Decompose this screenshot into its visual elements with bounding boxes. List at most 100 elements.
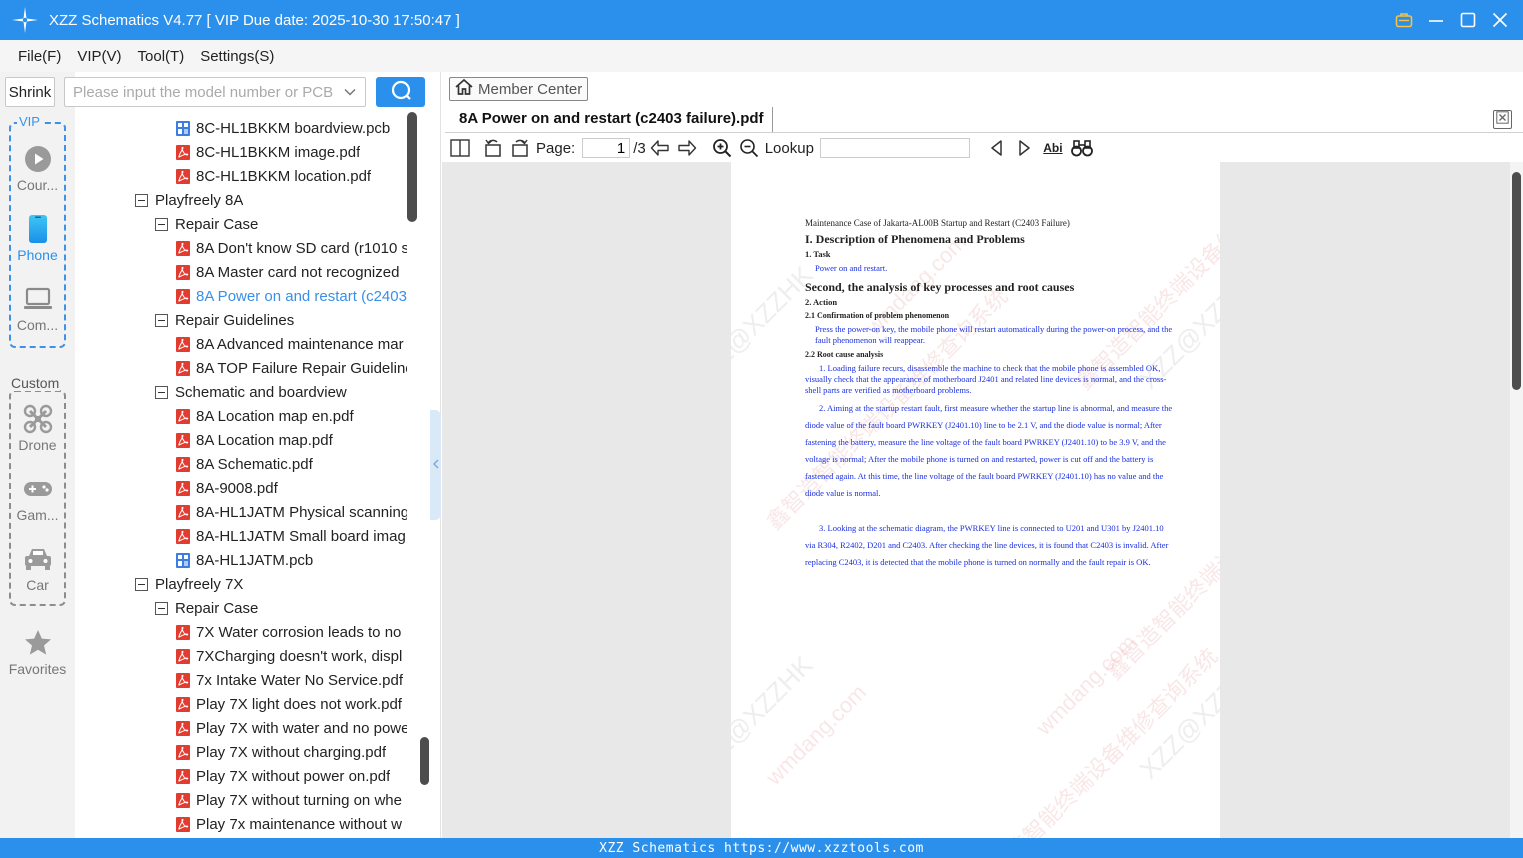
tree-item-label: Repair Guidelines (175, 311, 295, 329)
maximize-button[interactable] (1457, 9, 1479, 31)
model-search-combobox[interactable] (64, 77, 366, 107)
tree-item-label: Play 7X without turning on whe (196, 791, 402, 809)
tree-file[interactable]: Play 7X with water and no powe (176, 716, 407, 740)
close-document-button[interactable] (1493, 110, 1512, 129)
viewer-scrollbar-thumb[interactable] (1512, 172, 1521, 390)
tree-folder[interactable]: Playfreely 8A (135, 188, 407, 212)
tree-file[interactable]: 8A-HL1JATM Physical scanning (176, 500, 407, 524)
tree-item-label: 8A Don't know SD card (r1010 s (196, 239, 407, 257)
menu-vip[interactable]: VIP(V) (77, 48, 121, 65)
tree-file[interactable]: 7XCharging doesn't work, displ (176, 644, 407, 668)
zoom-out-icon[interactable] (738, 137, 760, 159)
tree-folder[interactable]: Schematic and boardview (155, 380, 407, 404)
nav-item-phone[interactable]: Phone (5, 214, 70, 263)
tree-file[interactable]: 8C-HL1BKKM location.pdf (176, 164, 407, 188)
shrink-button[interactable]: Shrink (5, 77, 55, 107)
tree-file[interactable]: 8A Advanced maintenance mar (176, 332, 407, 356)
drone-icon (23, 404, 53, 434)
tree-file[interactable]: 8A Location map.pdf (176, 428, 407, 452)
tree-item-label: 8A Schematic.pdf (196, 455, 313, 473)
tree-file[interactable]: 8A Location map en.pdf (176, 404, 407, 428)
pdf-viewer[interactable]: XZZ@XZZHK 鑫智造智能终端设备维修查询系统 wmdang.com 鑫智造… (442, 162, 1510, 838)
find-next-icon[interactable] (1013, 137, 1035, 159)
tree-item-label: 8A Power on and restart (c2403 (196, 287, 407, 305)
pdf-content: Maintenance Case of Jakarta-AL00B Startu… (805, 218, 1175, 575)
tree-file[interactable]: Play 7X without charging.pdf (176, 740, 407, 764)
binoculars-icon[interactable] (1071, 137, 1093, 159)
tree-item-label: Play 7X with water and no powe (196, 719, 407, 737)
collapse-panel-handle[interactable] (430, 410, 441, 520)
tree-file[interactable]: 8C-HL1BKKM image.pdf (176, 140, 407, 164)
menu-tool[interactable]: Tool(T) (138, 48, 185, 65)
rotate-left-icon[interactable] (482, 137, 504, 159)
tree-file[interactable]: Play 7X without power on.pdf (176, 764, 407, 788)
tree-file[interactable]: 8C-HL1BKKM boardview.pcb (176, 116, 407, 140)
pdf-file-icon (176, 720, 190, 736)
tree-file[interactable]: 8A Don't know SD card (r1010 s (176, 236, 407, 260)
nav-item-car[interactable]: Car (5, 544, 70, 593)
menu-file[interactable]: File(F) (18, 48, 61, 65)
tree-item-label: 8A Location map.pdf (196, 431, 333, 449)
tree-file[interactable]: 7x Intake Water No Service.pdf (176, 668, 407, 692)
tree-file[interactable]: 8A TOP Failure Repair Guideline (176, 356, 407, 380)
tree-file[interactable]: 7X Water corrosion leads to no (176, 620, 407, 644)
watermark-text: XZZ@XZZHK (731, 649, 819, 785)
nav-item-game[interactable]: Gam... (5, 474, 70, 523)
vip-bag-icon[interactable] (1393, 9, 1415, 31)
tree-item-label: 8A-HL1JATM.pcb (196, 551, 314, 569)
rotate-right-icon[interactable] (509, 137, 531, 159)
tree-file[interactable]: 8A-HL1JATM.pcb (176, 548, 407, 572)
tree-scrollbar-thumb[interactable] (407, 112, 417, 222)
tree-file[interactable]: 8A-HL1JATM Small board imag (176, 524, 407, 548)
tree-file[interactable]: 8A-9008.pdf (176, 476, 407, 500)
close-button[interactable] (1489, 9, 1511, 31)
collapse-toggle-icon[interactable] (135, 193, 148, 207)
tree-folder[interactable]: Repair Guidelines (155, 308, 407, 332)
page-number-input[interactable] (582, 138, 631, 158)
collapse-toggle-icon[interactable] (155, 217, 168, 231)
collapse-toggle-icon[interactable] (155, 385, 168, 399)
tree-item-label: 8A Location map en.pdf (196, 407, 354, 425)
tree-file[interactable]: Play 7X without turning on whe (176, 788, 407, 812)
tree-folder[interactable]: Repair Case (155, 596, 407, 620)
tree-folder[interactable]: Playfreely 7X (135, 572, 407, 596)
tree-file[interactable]: 8A Schematic.pdf (176, 452, 407, 476)
watermark-text: 鑫智造智能终端设备维修查询系统 (971, 643, 1220, 838)
two-page-view-icon[interactable] (449, 137, 471, 159)
tree-file[interactable]: 8A Power on and restart (c2403 (176, 284, 407, 308)
nav-item-label: Phone (17, 247, 58, 263)
next-page-icon[interactable] (676, 137, 698, 159)
document-tab[interactable]: 8A Power on and restart (c2403 failure).… (451, 107, 773, 133)
lookup-label: Lookup (764, 139, 814, 157)
previous-page-icon[interactable] (649, 137, 671, 159)
tree-scrollbar-thumb-lower[interactable] (420, 737, 429, 785)
search-button[interactable] (376, 77, 425, 107)
tree-file[interactable]: 8A Master card not recognized (176, 260, 407, 284)
find-previous-icon[interactable] (986, 137, 1008, 159)
zoom-in-icon[interactable] (711, 137, 733, 159)
search-input[interactable] (73, 83, 335, 101)
lookup-input[interactable] (819, 138, 970, 158)
chevron-down-icon[interactable] (343, 85, 357, 104)
window-title: XZZ Schematics V4.77 [ VIP Due date: 202… (49, 11, 460, 29)
member-center-button[interactable]: Member Center (449, 77, 588, 101)
nav-item-computer[interactable]: Com... (5, 284, 70, 333)
nav-item-drone[interactable]: Drone (5, 404, 70, 453)
tree-folder[interactable]: Repair Case (155, 212, 407, 236)
nav-item-label: Car (26, 577, 49, 593)
pdf-task-text: Power on and restart. (815, 263, 888, 273)
file-tree: 8C-HL1BKKM boardview.pcb 8C-HL1BKKM image… (75, 112, 430, 838)
pdf-action-heading: 2. Action (805, 297, 838, 307)
nav-item-favorites[interactable]: Favorites (5, 628, 70, 677)
minimize-button[interactable] (1425, 9, 1447, 31)
tree-file[interactable]: Play 7x maintenance without w (176, 812, 407, 836)
nav-item-courses[interactable]: Cour... (5, 144, 70, 193)
tree-file[interactable]: Play 7X light does not work.pdf (176, 692, 407, 716)
match-case-button[interactable]: Abi (1040, 137, 1066, 159)
collapse-toggle-icon[interactable] (155, 601, 168, 615)
menu-settings[interactable]: Settings(S) (200, 48, 274, 65)
collapse-toggle-icon[interactable] (135, 577, 148, 591)
vip-group-label: VIP (17, 114, 42, 129)
collapse-toggle-icon[interactable] (155, 313, 168, 327)
pdf-file-icon (176, 816, 190, 832)
